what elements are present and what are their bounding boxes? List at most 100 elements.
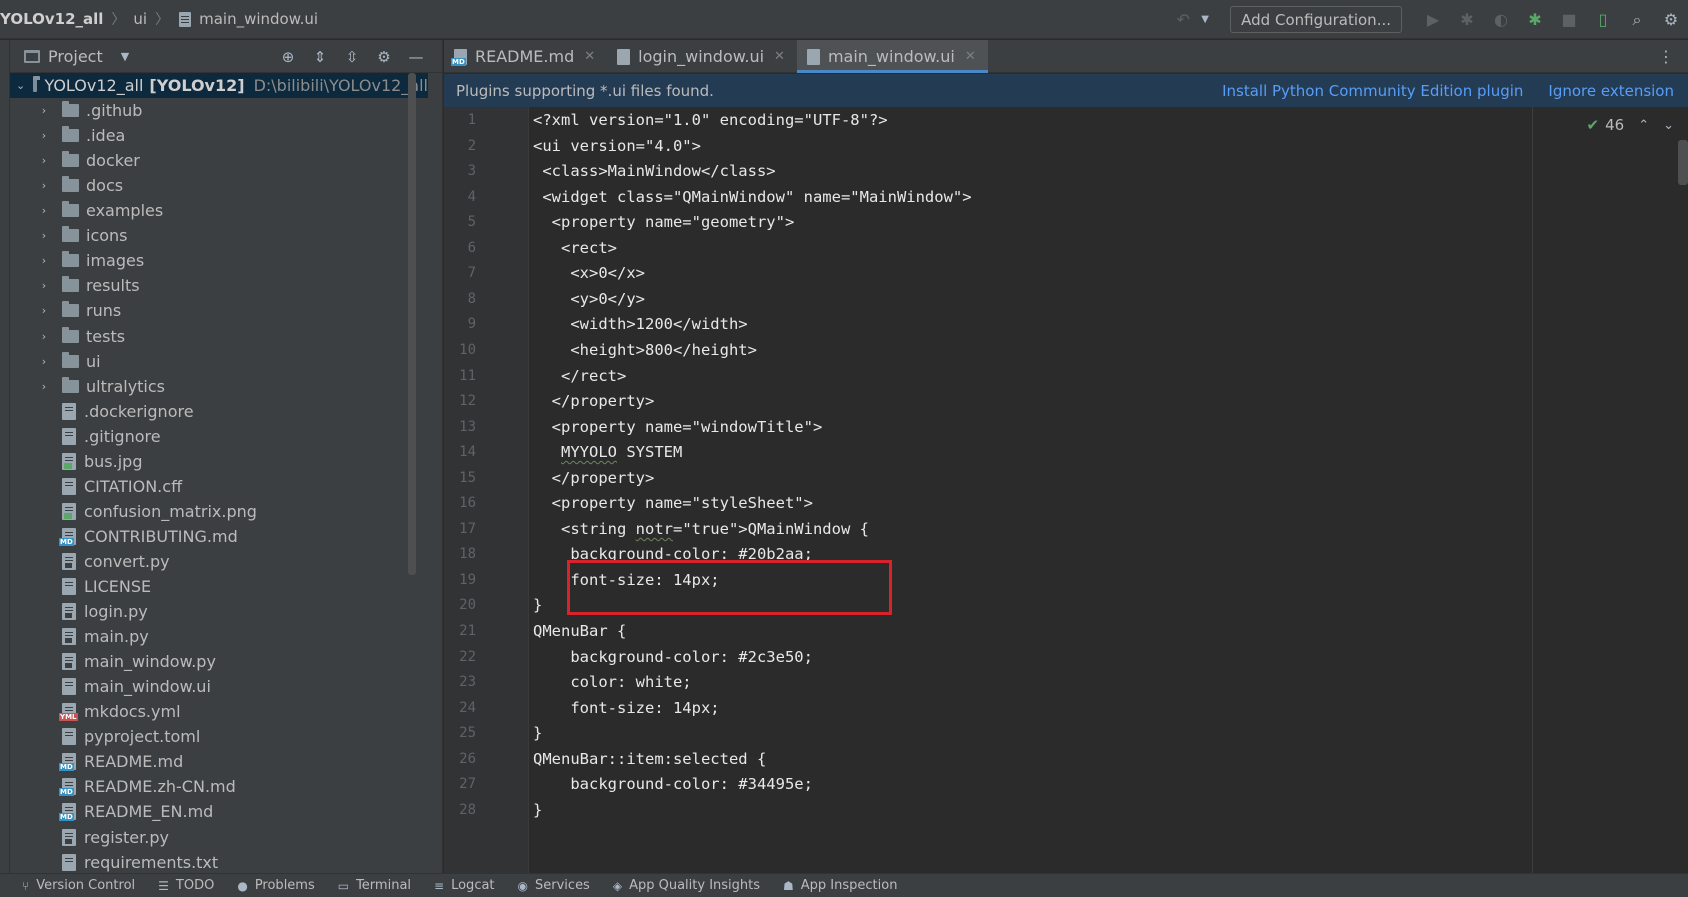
tree-folder[interactable]: › ui <box>10 349 428 374</box>
tree-file[interactable]: .dockerignore <box>10 399 428 424</box>
bottom-tool-button[interactable]: ◈ App Quality Insights <box>613 878 760 893</box>
code-line[interactable]: MYYOLO SYSTEM <box>533 443 682 461</box>
ignore-extension-link[interactable]: Ignore extension <box>1548 82 1674 100</box>
install-plugin-link[interactable]: Install Python Community Edition plugin <box>1222 82 1523 100</box>
code-line[interactable]: <width>1200</width> <box>533 315 747 333</box>
collapse-all-icon[interactable]: ⇳ <box>342 47 362 67</box>
close-icon[interactable]: ✕ <box>774 49 785 64</box>
tree-folder[interactable]: › examples <box>10 198 428 223</box>
bottom-tool-button[interactable]: ☰ TODO <box>158 878 214 893</box>
code-line[interactable]: <property name="geometry"> <box>533 213 795 231</box>
tree-file[interactable]: requirements.txt <box>10 850 428 873</box>
tree-folder[interactable]: › runs <box>10 298 428 323</box>
tree-file[interactable]: convert.py <box>10 549 428 574</box>
chevron-up-icon[interactable]: ⌃ <box>1638 118 1649 133</box>
bottom-tool-button[interactable]: ◉ Services <box>518 878 590 893</box>
tree-file[interactable]: MD README.zh-CN.md <box>10 774 428 799</box>
code-line[interactable]: <class>MainWindow</class> <box>533 162 775 180</box>
chevron-down-icon[interactable]: ⌄ <box>1663 118 1674 133</box>
code-line[interactable]: } <box>533 596 542 614</box>
debug-icon[interactable]: ✱ <box>1456 9 1478 31</box>
code-line[interactable]: QMenuBar::item:selected { <box>533 750 766 768</box>
code-line[interactable]: font-size: 14px; <box>533 699 719 717</box>
tree-file[interactable]: main_window.py <box>10 649 428 674</box>
code-line[interactable]: color: white; <box>533 673 691 691</box>
chevron-right-icon[interactable]: › <box>38 304 50 317</box>
tree-folder[interactable]: › ultralytics <box>10 374 428 399</box>
more-vertical-icon[interactable]: ⋮ <box>1658 40 1674 73</box>
gear-icon[interactable]: ⚙ <box>1660 9 1682 31</box>
bottom-tool-button[interactable]: ☗ App Inspection <box>783 878 897 893</box>
inspection-widget[interactable]: ✔ 46 ⌃ ⌄ <box>1587 116 1674 134</box>
expand-all-icon[interactable]: ⇕ <box>310 47 330 67</box>
chevron-right-icon[interactable]: › <box>38 154 50 167</box>
close-icon[interactable]: ✕ <box>965 49 976 64</box>
chevron-right-icon[interactable]: › <box>38 204 50 217</box>
chevron-right-icon[interactable]: › <box>38 279 50 292</box>
tree-file[interactable]: YML mkdocs.yml <box>10 699 428 724</box>
chevron-right-icon[interactable]: › <box>38 254 50 267</box>
code-editor[interactable]: <?xml version="1.0" encoding="UTF-8"?> <u… <box>530 107 1530 873</box>
tree-root[interactable]: ⌄ YOLOv12_all [YOLOv12] D:\bilibili\YOLO… <box>10 73 428 98</box>
chevron-right-icon[interactable]: › <box>38 104 50 117</box>
code-line[interactable]: </property> <box>533 392 655 410</box>
code-line[interactable]: <?xml version="1.0" encoding="UTF-8"?> <box>533 111 888 129</box>
project-scrollbar[interactable] <box>408 73 416 575</box>
editor-tab[interactable]: MD README.md ✕ <box>444 40 607 73</box>
code-line[interactable]: <height>800</height> <box>533 341 757 359</box>
tree-file[interactable]: login.py <box>10 599 428 624</box>
chevron-right-icon[interactable]: › <box>38 380 50 393</box>
tree-file[interactable]: main_window.ui <box>10 674 428 699</box>
tree-file[interactable]: main.py <box>10 624 428 649</box>
code-line[interactable]: } <box>533 724 542 742</box>
tree-file[interactable]: confusion_matrix.png <box>10 499 428 524</box>
close-icon[interactable]: ✕ <box>584 49 595 64</box>
minimize-icon[interactable]: — <box>406 47 426 67</box>
code-line[interactable]: <property name="windowTitle"> <box>533 418 823 436</box>
tree-folder[interactable]: › .idea <box>10 123 428 148</box>
tree-file[interactable]: MD CONTRIBUTING.md <box>10 524 428 549</box>
code-line[interactable]: } <box>533 801 542 819</box>
gear-icon[interactable]: ⚙ <box>374 47 394 67</box>
project-panel-title[interactable]: Project <box>48 47 103 66</box>
tree-folder[interactable]: › docker <box>10 148 428 173</box>
code-line[interactable]: </property> <box>533 469 655 487</box>
code-line[interactable]: </rect> <box>533 367 626 385</box>
breadcrumb-folder[interactable]: ui <box>133 10 147 28</box>
search-icon[interactable]: ⌕ <box>1626 9 1648 31</box>
code-line[interactable]: <rect> <box>533 239 617 257</box>
bottom-tool-button[interactable]: ⑂ Version Control <box>22 878 135 893</box>
chevron-right-icon[interactable]: › <box>38 229 50 242</box>
tree-file[interactable]: CITATION.cff <box>10 474 428 499</box>
code-line[interactable]: <y>0</y> <box>533 290 645 308</box>
chevron-down-icon[interactable]: ▼ <box>121 50 129 63</box>
add-configuration-button[interactable]: Add Configuration... <box>1230 6 1402 33</box>
code-line[interactable]: <string notr="true">QMainWindow { <box>533 520 869 538</box>
chevron-down-icon[interactable]: ▼ <box>1194 9 1216 31</box>
tree-file[interactable]: .gitignore <box>10 424 428 449</box>
chevron-down-icon[interactable]: ⌄ <box>16 79 25 92</box>
breadcrumb-file[interactable]: main_window.ui <box>199 10 318 28</box>
chevron-right-icon[interactable]: › <box>38 179 50 192</box>
code-line[interactable]: <property name="styleSheet"> <box>533 494 813 512</box>
tree-folder[interactable]: › icons <box>10 223 428 248</box>
tree-folder[interactable]: › images <box>10 248 428 273</box>
device-manager-icon[interactable]: ▯ <box>1592 9 1614 31</box>
tree-file[interactable]: register.py <box>10 825 428 850</box>
chevron-right-icon[interactable]: › <box>38 129 50 142</box>
code-line[interactable]: background-color: #34495e; <box>533 775 813 793</box>
vcs-back-icon[interactable]: ↶ <box>1172 9 1194 31</box>
tree-folder[interactable]: › .github <box>10 98 428 123</box>
tree-file[interactable]: pyproject.toml <box>10 724 428 749</box>
bottom-tool-button[interactable]: ● Problems <box>237 878 314 893</box>
editor-scrollbar[interactable] <box>1678 140 1688 185</box>
code-line[interactable]: QMenuBar { <box>533 622 626 640</box>
code-line[interactable]: background-color: #2c3e50; <box>533 648 813 666</box>
code-line[interactable]: <x>0</x> <box>533 264 645 282</box>
editor-tab[interactable]: login_window.ui ✕ <box>607 40 797 73</box>
tree-folder[interactable]: › docs <box>10 173 428 198</box>
tree-folder[interactable]: › results <box>10 273 428 298</box>
tree-file[interactable]: MD README_EN.md <box>10 799 428 824</box>
tree-folder[interactable]: › tests <box>10 324 428 349</box>
code-line[interactable]: <ui version="4.0"> <box>533 137 701 155</box>
